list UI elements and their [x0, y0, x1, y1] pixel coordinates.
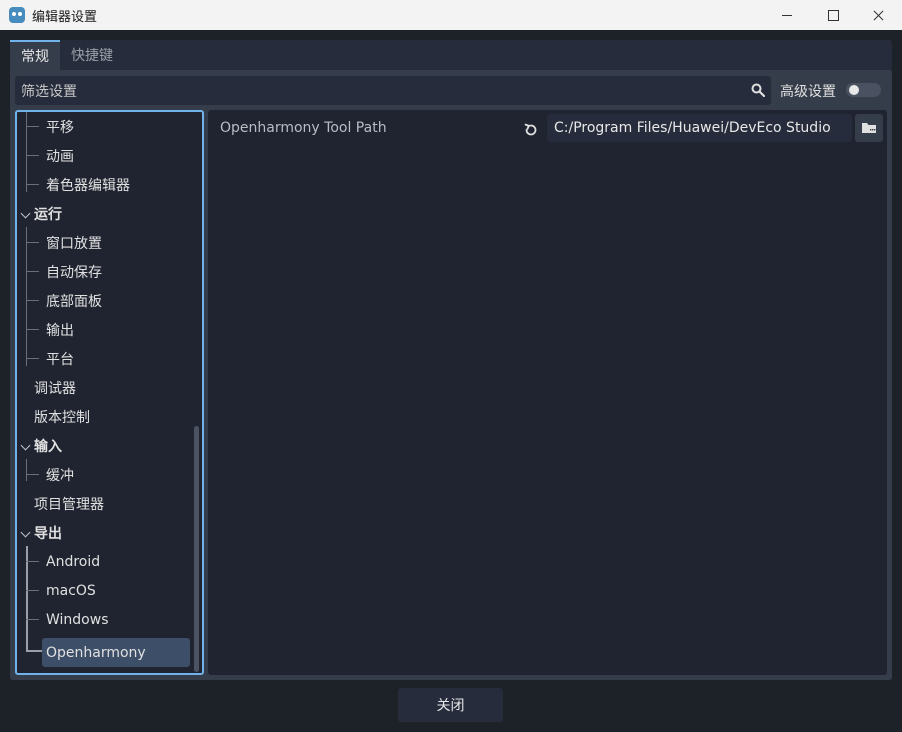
tree-scrollbar[interactable]	[194, 114, 199, 672]
godot-logo-icon	[9, 7, 25, 23]
tree-item-auto-save[interactable]: 自动保存	[17, 257, 193, 286]
tree-item-android[interactable]: Android	[17, 547, 193, 576]
tree-item-debugger[interactable]: 调试器	[17, 373, 193, 402]
tree-item-label: 平台	[46, 351, 74, 368]
tree-item-label: 着色器编辑器	[46, 177, 130, 194]
tree-item-label: 导出	[34, 525, 62, 542]
tree-item-platform[interactable]: 平台	[17, 344, 193, 373]
settings-tree: 平移 动画 着色器编辑器 运行 窗口放置 自动保存 底部面板 输出 平台 调试器…	[15, 110, 204, 675]
tree-item-project-manager[interactable]: 项目管理器	[17, 489, 193, 518]
tree-item-output[interactable]: 输出	[17, 315, 193, 344]
tree-item-label: 窗口放置	[46, 235, 102, 252]
tree-item-label: 缓冲	[46, 467, 74, 484]
tree-item-input[interactable]: 输入	[17, 431, 193, 460]
advanced-settings-label: 高级设置	[780, 84, 836, 100]
minimize-button[interactable]	[764, 0, 810, 30]
close-button[interactable]: 关闭	[398, 688, 503, 722]
tree-item-window-placement[interactable]: 窗口放置	[17, 228, 193, 257]
toggle-knob	[849, 85, 859, 95]
tree-item-label: 输出	[46, 322, 74, 339]
tab-shortcuts[interactable]: 快捷键	[60, 40, 124, 70]
tree-item-label: Windows	[46, 611, 109, 628]
settings-inspector: Openharmony Tool Path C:/Program Files/H…	[208, 110, 887, 675]
tree-item-version-control[interactable]: 版本控制	[17, 402, 193, 431]
tree-item-label: 平移	[46, 119, 74, 136]
tree-item-export[interactable]: 导出	[17, 518, 193, 547]
folder-icon	[862, 123, 876, 133]
tree-item-label: 底部面板	[46, 293, 102, 310]
tree-item-label: Android	[46, 553, 101, 570]
tree-item-label: 动画	[46, 148, 74, 165]
tool-path-input[interactable]: C:/Program Files/Huawei/DevEco Studio	[547, 114, 852, 142]
chevron-down-icon[interactable]	[20, 527, 31, 538]
tree-item-label: 调试器	[34, 380, 76, 397]
search-icon[interactable]	[751, 83, 765, 97]
chevron-down-icon[interactable]	[20, 208, 31, 219]
close-window-button[interactable]	[856, 0, 902, 30]
settings-panel: 常规 快捷键 筛选设置 高级设置 平移 动画 着色器编辑器 运行 窗口放置 自动…	[10, 40, 892, 680]
tool-path-value: C:/Program Files/Huawei/DevEco Studio	[554, 120, 831, 136]
tree-item-bottom-panel[interactable]: 底部面板	[17, 286, 193, 315]
tree-item-label: 输入	[34, 438, 62, 455]
filter-settings-input[interactable]: 筛选设置	[15, 76, 771, 105]
tree-item-buffering[interactable]: 缓冲	[17, 460, 193, 489]
tree-item-pan[interactable]: 平移	[17, 112, 193, 141]
tab-content: 筛选设置 高级设置 平移 动画 着色器编辑器 运行 窗口放置 自动保存 底部面板…	[10, 70, 892, 680]
filter-placeholder: 筛选设置	[21, 83, 77, 100]
tree-item-shader-editor[interactable]: 着色器编辑器	[17, 170, 193, 199]
window-controls	[764, 0, 902, 30]
window-title: 编辑器设置	[32, 9, 98, 25]
revert-icon[interactable]	[522, 121, 540, 139]
title-bar: 编辑器设置	[0, 0, 902, 30]
tab-bar: 常规 快捷键	[10, 40, 124, 70]
tree-item-run[interactable]: 运行	[17, 199, 193, 228]
tree-item-label: 版本控制	[34, 409, 90, 426]
chevron-down-icon[interactable]	[20, 440, 31, 451]
tree-item-openharmony[interactable]: Openharmony	[17, 638, 193, 667]
tree-item-macos[interactable]: macOS	[17, 576, 193, 605]
tree-item-label: macOS	[46, 582, 96, 599]
tab-general[interactable]: 常规	[10, 40, 60, 70]
tree-scrollbar-thumb[interactable]	[194, 426, 199, 672]
tree-item-label: 项目管理器	[34, 496, 104, 513]
property-name: Openharmony Tool Path	[220, 120, 387, 136]
tree-item-label: 运行	[34, 206, 62, 223]
tree-item-animation[interactable]: 动画	[17, 141, 193, 170]
advanced-settings-toggle[interactable]	[846, 83, 881, 97]
tree-item-label: 自动保存	[46, 264, 102, 281]
tree-item-windows[interactable]: Windows	[17, 605, 193, 634]
tree-item-label: Openharmony	[46, 644, 146, 661]
browse-folder-button[interactable]	[855, 114, 883, 142]
maximize-button[interactable]	[810, 0, 856, 30]
